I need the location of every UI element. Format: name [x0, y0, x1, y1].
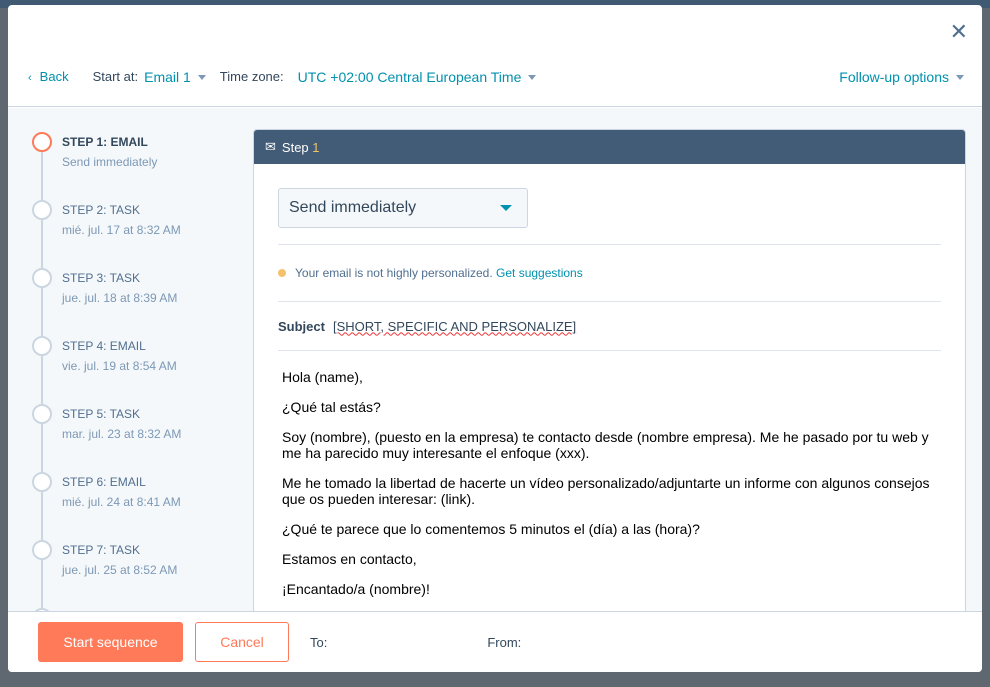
- email-paragraph: Estamos en contacto,: [282, 551, 417, 567]
- email-paragraph: ¿Qué te parece que lo comentemos 5 minut…: [282, 521, 700, 537]
- start-sequence-button[interactable]: Start sequence: [38, 622, 183, 662]
- subject-value[interactable]: [SHORT, SPECIFIC AND PERSONALIZE]: [333, 319, 576, 334]
- to-label: To:: [310, 634, 328, 650]
- start-at-label: Start at:: [92, 69, 139, 84]
- back-label: Back: [39, 69, 69, 84]
- step-circle-icon: [32, 132, 52, 152]
- follow-up-label: Follow-up options: [839, 68, 949, 85]
- caret-down-icon: [956, 75, 964, 81]
- step-circle-icon: [32, 472, 52, 492]
- step-title: STEP 2: TASK: [62, 203, 141, 217]
- step-date: jue. jul. 18 at 8:39 AM: [62, 291, 178, 305]
- start-at-dropdown[interactable]: Email 1: [144, 69, 206, 85]
- back-button[interactable]: ‹ Back: [28, 69, 69, 84]
- send-timing-value: Send immediately: [289, 199, 417, 216]
- step-item[interactable]: STEP 7: TASK jue. jul. 25 at 8:52 AM: [32, 540, 232, 608]
- close-icon[interactable]: ✕: [950, 19, 968, 45]
- step-item[interactable]: STEP 3: TASK jue. jul. 18 at 8:39 AM: [32, 268, 232, 336]
- step-item[interactable]: STEP 5: TASK mar. jul. 23 at 8:32 AM: [32, 404, 232, 472]
- step-circle-icon: [32, 200, 52, 220]
- timezone-dropdown[interactable]: UTC +02:00 Central European Time: [298, 69, 537, 85]
- step-date: mié. jul. 24 at 8:41 AM: [62, 495, 181, 509]
- caret-down-icon: [197, 75, 206, 81]
- step-date: mié. jul. 17 at 8:32 AM: [62, 223, 181, 237]
- chevron-left-icon: ‹: [28, 72, 32, 84]
- email-paragraph: Soy (nombre), (puesto en la empresa) te …: [282, 429, 929, 461]
- card-step-number: 1: [312, 139, 320, 155]
- step-item[interactable]: STEP 1: EMAIL Send immediately: [32, 132, 232, 200]
- timezone-label: Time zone:: [219, 69, 284, 84]
- start-at-value: Email 1: [144, 68, 191, 85]
- step-date: mar. jul. 23 at 8:32 AM: [62, 427, 182, 441]
- warning-text: Your email is not highly personalized.: [295, 266, 493, 280]
- caret-down-icon: [528, 75, 537, 81]
- subject-field[interactable]: Subject [SHORT, SPECIFIC AND PERSONALIZE]: [278, 302, 941, 350]
- card-header: ✉ Step 1: [254, 130, 965, 164]
- personalization-warning: Your email is not highly personalized. G…: [278, 245, 941, 301]
- envelope-icon: ✉: [265, 139, 276, 154]
- follow-up-options-dropdown[interactable]: Follow-up options: [839, 69, 964, 85]
- email-paragraph: Hola (name),: [282, 369, 363, 385]
- card-title: Step: [281, 139, 309, 155]
- step-title: STEP 6: EMAIL: [62, 475, 146, 489]
- step-title: STEP 3: TASK: [62, 271, 141, 285]
- steps-list: STEP 1: EMAIL Send immediately STEP 2: TAS…: [32, 132, 232, 611]
- modal-body: STEP 1: EMAIL Send immediately STEP 2: TAS…: [8, 108, 982, 611]
- step-title: STEP 1: EMAIL: [62, 135, 148, 149]
- caret-down-icon: [500, 205, 512, 211]
- from-label: From:: [487, 634, 522, 650]
- step-editor-card: ✉ Step 1 Send immediately Your email is …: [253, 129, 966, 611]
- email-paragraph: Me he tomado la libertad de hacerte un v…: [282, 475, 930, 507]
- step-title: STEP 7: TASK: [62, 543, 141, 557]
- email-body-editor[interactable]: Hola (name), ¿Qué tal estás? Soy (nombre),…: [278, 351, 941, 611]
- sequence-modal: ✕ ‹ Back Start at: Email 1 Time zone: UTC…: [8, 5, 982, 672]
- modal-footer: Start sequence Cancel To: From:: [8, 611, 982, 672]
- step-date: vie. jul. 19 at 8:54 AM: [62, 359, 177, 373]
- cancel-button[interactable]: Cancel: [195, 622, 289, 662]
- warning-dot-icon: [278, 269, 286, 277]
- step-title: STEP 4: EMAIL: [62, 339, 146, 353]
- email-paragraph: ¡Encantado/a (nombre)!: [282, 581, 430, 597]
- send-timing-select[interactable]: Send immediately: [278, 188, 528, 228]
- step-circle-icon: [32, 540, 52, 560]
- step-date: Send immediately: [62, 155, 158, 169]
- email-paragraph: ¿Qué tal estás?: [282, 399, 381, 415]
- step-circle-icon: [32, 404, 52, 424]
- step-circle-icon: [32, 268, 52, 288]
- step-item[interactable]: STEP 6: EMAIL mié. jul. 24 at 8:41 AM: [32, 472, 232, 540]
- step-circle-icon: [32, 336, 52, 356]
- get-suggestions-link[interactable]: Get suggestions: [496, 266, 583, 280]
- step-item[interactable]: STEP 4: EMAIL vie. jul. 19 at 8:54 AM: [32, 336, 232, 404]
- step-date: jue. jul. 25 at 8:52 AM: [62, 563, 178, 577]
- timezone-value: UTC +02:00 Central European Time: [297, 68, 522, 85]
- step-title: STEP 5: TASK: [62, 407, 141, 421]
- subject-label: Subject: [278, 318, 325, 334]
- step-item[interactable]: STEP 2: TASK mié. jul. 17 at 8:32 AM: [32, 200, 232, 268]
- modal-toolbar: ‹ Back Start at: Email 1 Time zone: UTC +…: [8, 55, 982, 107]
